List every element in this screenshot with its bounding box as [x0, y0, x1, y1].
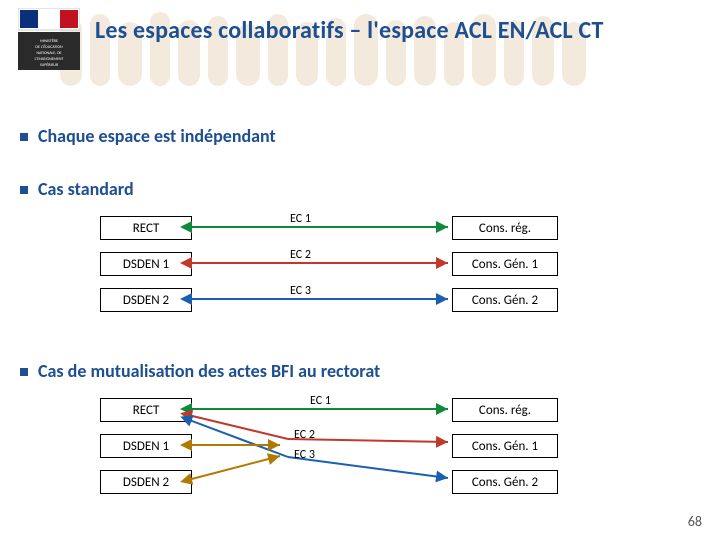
svg-text:SUPÉRIEUR: SUPÉRIEUR — [40, 62, 59, 68]
label-ec3: EC 3 — [290, 284, 311, 298]
svg-text:MINISTÈRE: MINISTÈRE — [40, 38, 58, 44]
box-rect: RECT — [100, 216, 192, 240]
svg-text:L'ENSEIGNEMENT: L'ENSEIGNEMENT — [35, 57, 64, 62]
bullet-text: Chaque espace est indépendant — [38, 125, 276, 147]
svg-text:DE L'ÉDUCATION: DE L'ÉDUCATION — [35, 44, 63, 50]
label-ec2: EC 2 — [294, 428, 315, 442]
label-ec2: EC 2 — [290, 248, 311, 262]
bullet-standard-case: Cas standard — [20, 178, 134, 200]
arrows-standard — [180, 210, 452, 320]
diagram-standard-case: RECT DSDEN 1 DSDEN 2 Cons. rég. Cons. Gé… — [0, 210, 720, 340]
box-cons-gen2: Cons. Gén. 2 — [452, 288, 558, 312]
diagram-mutualisation-case: RECT DSDEN 1 DSDEN 2 Cons. rég. Cons. Gé… — [0, 392, 720, 522]
bullet-text: Cas standard — [38, 178, 134, 200]
bullet-mutualisation-case: Cas de mutualisation des actes BFI au re… — [20, 360, 380, 382]
box-cons-reg: Cons. rég. — [452, 216, 558, 240]
box-cons-gen1: Cons. Gén. 1 — [452, 252, 558, 276]
bullet-text: Cas de mutualisation des actes BFI au re… — [38, 360, 380, 382]
bullet-square-icon — [20, 133, 28, 141]
box-cons-reg: Cons. rég. — [452, 398, 558, 422]
box-dsden2: DSDEN 2 — [100, 288, 192, 312]
box-dsden2: DSDEN 2 — [100, 470, 192, 494]
ministry-logo: MINISTÈRE DE L'ÉDUCATION NATIONALE, DE L… — [18, 8, 80, 70]
box-cons-gen1: Cons. Gén. 1 — [452, 434, 558, 458]
svg-text:NATIONALE, DE: NATIONALE, DE — [36, 51, 61, 56]
box-dsden1: DSDEN 1 — [100, 434, 192, 458]
bullet-square-icon — [20, 368, 28, 376]
box-dsden1: DSDEN 1 — [100, 252, 192, 276]
label-ec3: EC 3 — [294, 448, 315, 462]
box-rect: RECT — [100, 398, 192, 422]
arrows-mutualisation — [180, 392, 452, 502]
label-ec1: EC 1 — [310, 394, 331, 408]
label-ec1: EC 1 — [290, 212, 311, 226]
bullet-independent: Chaque espace est indépendant — [20, 125, 276, 147]
box-cons-gen2: Cons. Gén. 2 — [452, 470, 558, 494]
slide-title: Les espaces collaboratifs – l'espace ACL… — [95, 16, 710, 45]
bullet-square-icon — [20, 186, 28, 194]
